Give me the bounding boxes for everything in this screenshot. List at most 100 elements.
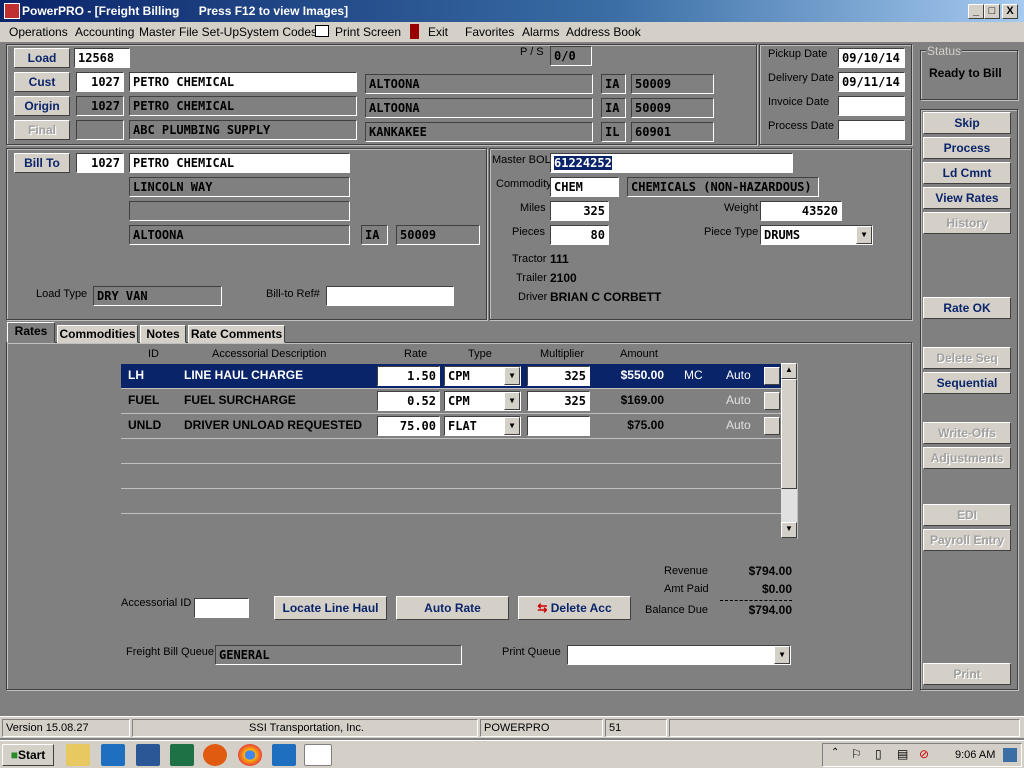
menu-print-screen[interactable]: Print Screen: [335, 22, 401, 42]
col-multiplier: Multiplier: [540, 348, 585, 360]
show-hidden-icon[interactable]: ⌃: [831, 747, 839, 758]
menu-exit[interactable]: Exit: [428, 22, 448, 42]
menu-operations[interactable]: Operations: [9, 22, 68, 42]
flag-icon[interactable]: ⚐: [851, 747, 862, 761]
scroll-down-button[interactable]: ▼: [781, 522, 797, 538]
chevron-down-icon[interactable]: ▼: [774, 646, 790, 664]
menu-system-codes[interactable]: System Codes: [239, 22, 317, 42]
grid-row-empty[interactable]: [121, 489, 781, 514]
row-type-select[interactable]: CPM ▼: [444, 391, 521, 411]
app-a-icon[interactable]: [203, 744, 227, 766]
commodity-field[interactable]: CHEM: [550, 177, 619, 197]
grid-scrollbar[interactable]: ▲ ▼: [781, 363, 797, 538]
delete-seq-button[interactable]: Delete Seq: [923, 347, 1011, 369]
row-button[interactable]: [764, 367, 780, 385]
pickup-date-field[interactable]: 09/10/14: [838, 48, 905, 68]
cust-name-field[interactable]: PETRO CHEMICAL: [129, 72, 357, 92]
chrome-icon[interactable]: [238, 744, 262, 766]
piece-type-select[interactable]: DRUMS ▼: [760, 225, 873, 245]
powerpro-taskbar-icon[interactable]: [304, 744, 332, 766]
outlook-icon[interactable]: [101, 744, 125, 766]
bill-to-name-field[interactable]: PETRO CHEMICAL: [129, 153, 350, 173]
load-number-field[interactable]: 12568: [74, 48, 130, 68]
row-multiplier-field[interactable]: 325: [527, 391, 590, 411]
grid-row-empty[interactable]: [121, 439, 781, 464]
process-date-field[interactable]: [838, 120, 905, 140]
menu-accounting[interactable]: Accounting: [75, 22, 134, 42]
tab-notes[interactable]: Notes: [140, 325, 186, 343]
final-button[interactable]: Final: [14, 120, 70, 140]
tab-commodities[interactable]: Commodities: [57, 325, 138, 343]
menu-favorites[interactable]: Favorites: [465, 22, 514, 42]
miles-field[interactable]: 325: [550, 201, 609, 221]
bill-to-button[interactable]: Bill To: [14, 153, 70, 173]
scroll-thumb[interactable]: [781, 379, 797, 489]
cust-id-field[interactable]: 1027: [76, 72, 124, 92]
volume-muted-icon[interactable]: ⊘: [919, 747, 929, 761]
edi-button[interactable]: EDI: [923, 504, 1011, 526]
load-button[interactable]: Load: [14, 48, 70, 68]
menu-address-book[interactable]: Address Book: [566, 22, 641, 42]
grid-row[interactable]: FUEL FUEL SURCHARGE 0.52 CPM ▼ 325 $169.0…: [121, 389, 781, 414]
origin-button[interactable]: Origin: [14, 96, 70, 116]
explorer-icon[interactable]: [66, 744, 90, 766]
grid-row[interactable]: UNLD DRIVER UNLOAD REQUESTED 75.00 FLAT ▼…: [121, 414, 781, 439]
menu-alarms[interactable]: Alarms: [522, 22, 559, 42]
chevron-down-icon[interactable]: ▼: [856, 226, 872, 244]
row-button[interactable]: [764, 417, 780, 435]
chevron-down-icon[interactable]: ▼: [504, 367, 520, 385]
row-type-select[interactable]: FLAT ▼: [444, 416, 521, 436]
row-rate-field[interactable]: 0.52: [377, 391, 440, 411]
bill-to-id-field[interactable]: 1027: [76, 153, 124, 173]
pieces-field[interactable]: 80: [550, 225, 609, 245]
minimize-button[interactable]: _: [968, 4, 984, 19]
clock[interactable]: 9:06 AM: [955, 749, 995, 761]
row-type-select[interactable]: CPM ▼: [444, 366, 521, 386]
grid-row-empty[interactable]: [121, 464, 781, 489]
adjustments-button[interactable]: Adjustments: [923, 447, 1011, 469]
delivery-date-field[interactable]: 09/11/14: [838, 72, 905, 92]
scroll-up-button[interactable]: ▲: [781, 363, 797, 379]
print-button[interactable]: Print: [923, 663, 1011, 685]
power-icon[interactable]: ▯: [875, 747, 882, 761]
network-icon[interactable]: ▤: [897, 747, 908, 761]
process-button[interactable]: Process: [923, 137, 1011, 159]
close-button[interactable]: X: [1002, 4, 1018, 19]
tab-rate-comments[interactable]: Rate Comments: [188, 325, 285, 343]
excel-icon[interactable]: [170, 744, 194, 766]
row-rate-field[interactable]: 75.00: [377, 416, 440, 436]
chevron-down-icon[interactable]: ▼: [504, 392, 520, 410]
cust-button[interactable]: Cust: [14, 72, 70, 92]
chevron-down-icon[interactable]: ▼: [504, 417, 520, 435]
delete-acc-button[interactable]: ⇆ Delete Acc: [518, 596, 631, 620]
invoice-date-field[interactable]: [838, 96, 905, 116]
final-city: KANKAKEE: [365, 122, 593, 142]
locate-line-haul-button[interactable]: Locate Line Haul: [274, 596, 387, 620]
row-rate-field[interactable]: 1.50: [377, 366, 440, 386]
view-rates-button[interactable]: View Rates: [923, 187, 1011, 209]
payroll-entry-button[interactable]: Payroll Entry: [923, 529, 1011, 551]
write-offs-button[interactable]: Write-Offs: [923, 422, 1011, 444]
rate-ok-button[interactable]: Rate OK: [923, 297, 1011, 319]
bill-to-ref-field[interactable]: [326, 286, 454, 306]
weight-field[interactable]: 43520: [760, 201, 842, 221]
word-icon[interactable]: [136, 744, 160, 766]
grid-row[interactable]: LH LINE HAUL CHARGE 1.50 CPM ▼ 325 $550.0…: [121, 364, 781, 389]
row-button[interactable]: [764, 392, 780, 410]
start-button[interactable]: ■Start: [2, 744, 54, 766]
row-multiplier-field[interactable]: 325: [527, 366, 590, 386]
menu-master-file[interactable]: Master File Set-Up: [139, 22, 239, 42]
sequential-button[interactable]: Sequential: [923, 372, 1011, 394]
auto-rate-button[interactable]: Auto Rate: [396, 596, 509, 620]
skip-button[interactable]: Skip: [923, 112, 1011, 134]
show-desktop-icon[interactable]: [1003, 748, 1017, 762]
history-button[interactable]: History: [923, 212, 1011, 234]
ld-cmnt-button[interactable]: Ld Cmnt: [923, 162, 1011, 184]
master-bol-field[interactable]: 61224252: [550, 153, 793, 173]
row-multiplier-field[interactable]: [527, 416, 590, 436]
tab-rates[interactable]: Rates: [7, 322, 55, 343]
print-queue-select[interactable]: ▼: [567, 645, 791, 665]
restore-button[interactable]: □: [984, 4, 1000, 19]
accessorial-id-field[interactable]: [194, 598, 249, 618]
outlook-icon-2[interactable]: [272, 744, 296, 766]
